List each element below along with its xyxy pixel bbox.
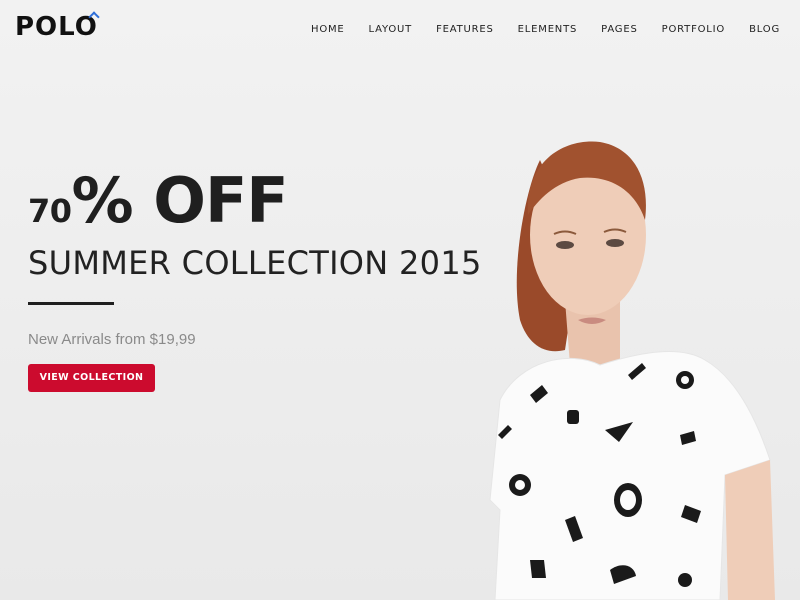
model-image (489, 141, 775, 600)
promo-headline: 70 % OFF (28, 170, 508, 232)
arm (725, 460, 775, 600)
right-eye (606, 239, 624, 247)
view-collection-button[interactable]: VIEW COLLECTION (28, 364, 155, 392)
left-eye (556, 241, 574, 249)
hero-content: 70 % OFF SUMMER COLLECTION 2015 New Arri… (28, 170, 508, 392)
nav-item-pages[interactable]: PAGES (601, 24, 637, 35)
title-divider (28, 302, 114, 305)
logo[interactable]: POLO (15, 14, 98, 40)
hero-title: SUMMER COLLECTION 2015 (28, 244, 482, 282)
site-header: POLO HOME LAYOUT FEATURES ELEMENTS PAGES… (0, 0, 800, 62)
hero-subtitle: New Arrivals from $19,99 (28, 331, 196, 348)
nav-item-layout[interactable]: LAYOUT (369, 24, 413, 35)
nav-item-features[interactable]: FEATURES (436, 24, 494, 35)
nav-item-elements[interactable]: ELEMENTS (518, 24, 578, 35)
nav-item-home[interactable]: HOME (311, 24, 345, 35)
promo-text: % OFF (71, 164, 289, 237)
promo-number: 70 (28, 192, 72, 230)
nav-item-blog[interactable]: BLOG (749, 24, 780, 35)
main-nav: HOME LAYOUT FEATURES ELEMENTS PAGES PORT… (311, 24, 780, 35)
nav-item-portfolio[interactable]: PORTFOLIO (662, 24, 725, 35)
